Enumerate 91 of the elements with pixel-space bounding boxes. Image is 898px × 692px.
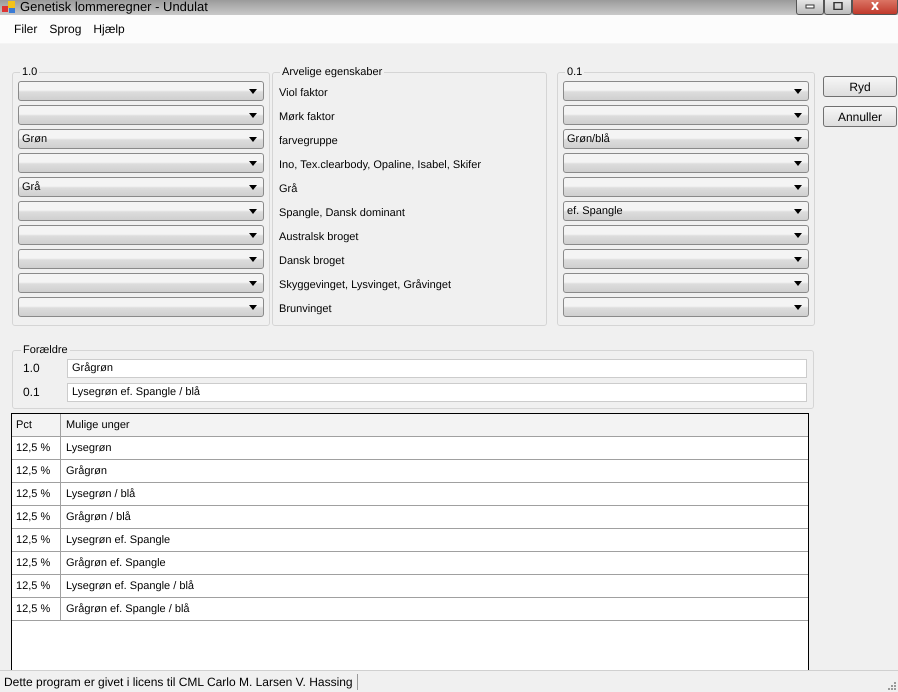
- dropdown[interactable]: [563, 81, 809, 101]
- trait-label: Skyggevinget, Lysvinget, Gråvinget: [279, 279, 452, 291]
- group-title: Forældre: [22, 344, 69, 356]
- dropdown-arrow-icon: [249, 208, 257, 214]
- dropdown-arrow-icon: [794, 232, 802, 238]
- dropdown[interactable]: [18, 105, 264, 125]
- parent-label: 1.0: [22, 361, 41, 375]
- table-cell-text: Lysegrøn / blå: [65, 487, 136, 502]
- dropdown-arrow-icon: [249, 88, 257, 94]
- dropdown[interactable]: [563, 105, 809, 125]
- table-cell: 12,5 %: [12, 575, 61, 597]
- dropdown-arrow-icon: [249, 136, 257, 142]
- trait-label: Brunvinget: [279, 303, 332, 315]
- trait-label: farvegruppe: [279, 135, 338, 147]
- trait-label: Mørk faktor: [279, 111, 335, 123]
- dropdown-arrow-icon: [794, 160, 802, 166]
- column-header: Mulige unger: [65, 418, 131, 433]
- dropdown[interactable]: Grå: [18, 177, 264, 197]
- table-cell: 12,5 %: [12, 506, 61, 528]
- table-cell-text: Lysegrøn ef. Spangle: [65, 533, 172, 548]
- dropdown-arrow-icon: [249, 112, 257, 118]
- group-title: Arvelige egenskaber: [281, 66, 384, 78]
- table-cell: 12,5 %: [12, 598, 61, 620]
- dropdown[interactable]: ef. Spangle: [563, 201, 809, 221]
- dropdown[interactable]: [563, 225, 809, 245]
- action-button[interactable]: Annuller: [823, 106, 897, 127]
- parent-label: 0.1: [22, 385, 41, 399]
- table-cell: 12,5 %: [12, 437, 61, 459]
- table-cell-text: Grågrøn ef. Spangle: [65, 556, 167, 571]
- dropdown-arrow-icon: [249, 160, 257, 166]
- group-title: 0.1: [566, 66, 584, 78]
- dropdown[interactable]: [563, 153, 809, 173]
- status-text: Dette program er givet i licens til CML Carlo M. Larsen V. Hassing: [0, 674, 358, 690]
- dropdown-arrow-icon: [249, 184, 257, 190]
- table-cell-text: Grågrøn ef. Spangle / blå: [65, 602, 191, 617]
- resize-grip-icon: [886, 680, 896, 690]
- dropdown[interactable]: [563, 249, 809, 269]
- dropdown-arrow-icon: [794, 256, 802, 262]
- minimize-icon: [805, 2, 815, 8]
- menu-item[interactable]: Hjælp: [87, 22, 131, 36]
- table-cell: 12,5 %: [12, 552, 61, 574]
- dropdown[interactable]: [563, 273, 809, 293]
- trait-label: Spangle, Dansk dominant: [279, 207, 405, 219]
- trait-label: Ino, Tex.clearbody, Opaline, Isabel, Skifer: [279, 159, 481, 171]
- dropdown[interactable]: [18, 297, 264, 317]
- table-cell: 12,5 %: [12, 483, 61, 505]
- input-field[interactable]: Grågrøn: [67, 358, 807, 378]
- app-icon: [2, 0, 16, 14]
- dropdown-arrow-icon: [249, 256, 257, 262]
- dropdown-arrow-icon: [794, 280, 802, 286]
- close-button[interactable]: [852, 0, 898, 15]
- dropdown[interactable]: [18, 153, 264, 173]
- table-cell-text: Lysegrøn ef. Spangle / blå: [65, 579, 196, 594]
- dropdown-arrow-icon: [794, 184, 802, 190]
- table-cell-text: Lysegrøn: [65, 441, 112, 456]
- dropdown-arrow-icon: [249, 232, 257, 238]
- menu-item[interactable]: Filer: [8, 22, 44, 36]
- dropdown[interactable]: Grøn/blå: [563, 129, 809, 149]
- input-field[interactable]: Lysegrøn ef. Spangle / blå: [67, 382, 807, 402]
- dropdown-arrow-icon: [794, 136, 802, 142]
- table-cell-text: Grågrøn: [65, 464, 108, 479]
- dropdown-arrow-icon: [794, 112, 802, 118]
- close-icon: [870, 2, 880, 10]
- dropdown-arrow-icon: [249, 280, 257, 286]
- action-button[interactable]: Ryd: [823, 76, 897, 97]
- dropdown[interactable]: [563, 177, 809, 197]
- dropdown[interactable]: [18, 201, 264, 221]
- dropdown[interactable]: [18, 249, 264, 269]
- trait-label: Dansk broget: [279, 255, 344, 267]
- group-title: 1.0: [21, 66, 38, 78]
- dropdown[interactable]: [18, 225, 264, 245]
- dropdown-arrow-icon: [794, 88, 802, 94]
- minimize-button[interactable]: [796, 0, 824, 15]
- dropdown[interactable]: [18, 273, 264, 293]
- dropdown[interactable]: Grøn: [18, 129, 264, 149]
- trait-label: Grå: [279, 183, 298, 195]
- menu-item[interactable]: Sprog: [43, 22, 88, 36]
- column-header: Pct: [12, 414, 61, 436]
- dropdown-arrow-icon: [794, 304, 802, 310]
- dropdown-arrow-icon: [249, 304, 257, 310]
- maximize-icon: [833, 2, 843, 10]
- window-title: Genetisk lommeregner - Undulat: [20, 0, 208, 14]
- trait-label: Viol faktor: [279, 87, 328, 99]
- table-cell: 12,5 %: [12, 529, 61, 551]
- dropdown[interactable]: [18, 81, 264, 101]
- table-cell-text: Grågrøn / blå: [65, 510, 132, 525]
- trait-label: Australsk broget: [279, 231, 358, 243]
- table-cell: 12,5 %: [12, 460, 61, 482]
- dropdown-arrow-icon: [794, 208, 802, 214]
- maximize-button[interactable]: [824, 0, 852, 15]
- dropdown[interactable]: [563, 297, 809, 317]
